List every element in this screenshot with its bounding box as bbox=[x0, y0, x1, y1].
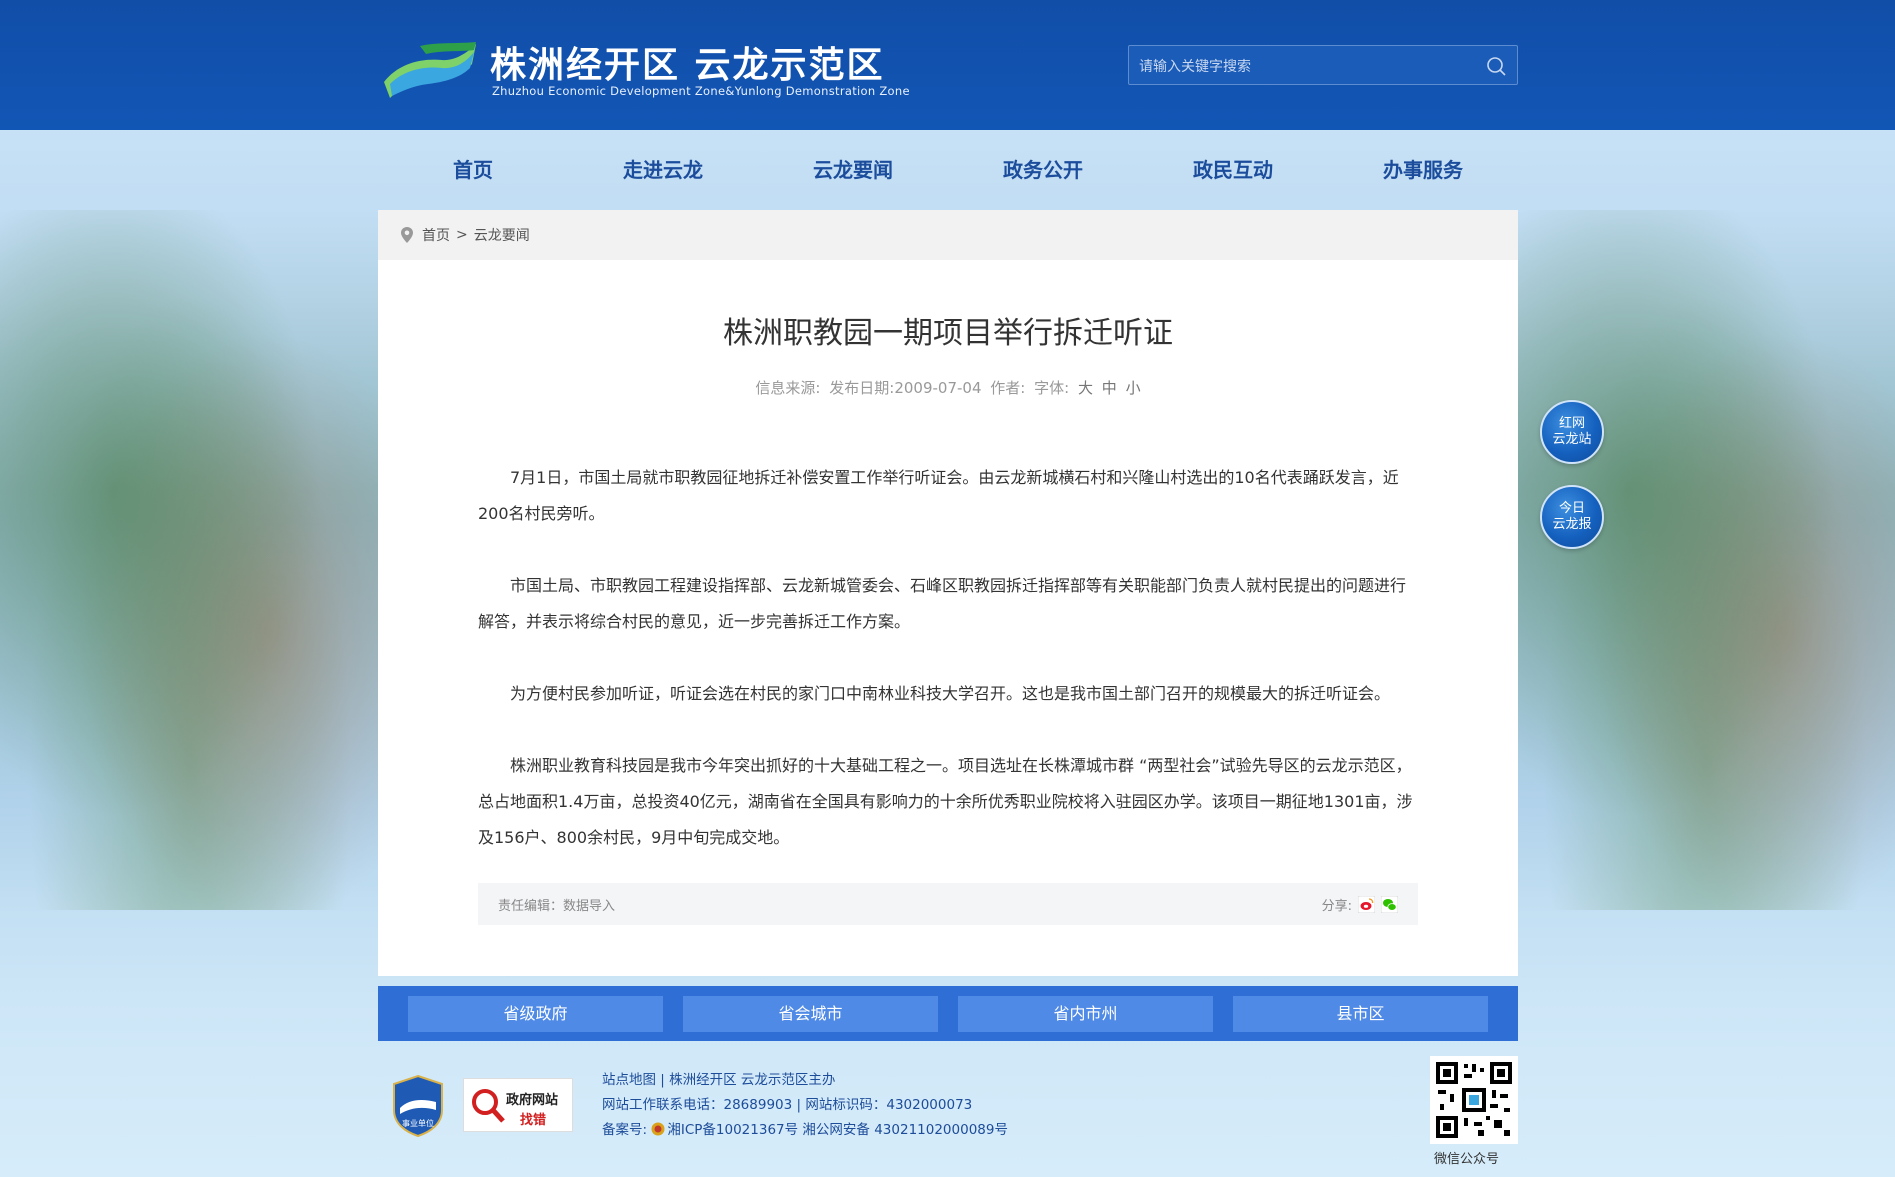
footer-phone: 网站工作联系电话：28689903 bbox=[602, 1097, 793, 1113]
site-header: 株洲经开区 云龙示范区 Zhuzhou Economic Development… bbox=[0, 0, 1895, 130]
share-label: 分享: bbox=[1321, 898, 1352, 914]
scenic-background-left bbox=[0, 210, 380, 910]
meta-font-label: 字体: bbox=[1034, 379, 1070, 397]
article-paragraph: 市国土局、市职教园工程建设指挥部、云龙新城管委会、石峰区职教园拆迁指挥部等有关职… bbox=[478, 576, 1407, 631]
badge1-text: 事业单位 bbox=[402, 1118, 434, 1128]
footer-info: 站点地图 | 株洲经开区 云龙示范区主办 网站工作联系电话：28689903 |… bbox=[602, 1072, 1008, 1138]
breadcrumb-current[interactable]: 云龙要闻 bbox=[474, 225, 530, 245]
qr-code-icon bbox=[1434, 1060, 1514, 1140]
breadcrumb-home[interactable]: 首页 bbox=[422, 225, 450, 245]
link-counties[interactable]: 县市区 bbox=[1233, 995, 1488, 1032]
float-btn1-line2: 云龙站 bbox=[1552, 432, 1592, 447]
meta-author: 作者: bbox=[990, 379, 1026, 397]
sitemap-link[interactable]: 站点地图 bbox=[602, 1072, 656, 1088]
police-badge-icon bbox=[651, 1122, 665, 1136]
editor-name: 责任编辑：数据导入 bbox=[498, 898, 616, 914]
search-box bbox=[1128, 45, 1518, 85]
weibo-share-icon[interactable] bbox=[1358, 895, 1375, 913]
site-logo[interactable] bbox=[380, 38, 480, 100]
search-input[interactable] bbox=[1139, 54, 1469, 78]
location-pin-icon bbox=[401, 227, 413, 243]
nav-item-home[interactable]: 首页 bbox=[378, 150, 568, 190]
font-size-medium-button[interactable]: 中 bbox=[1102, 379, 1117, 397]
gov-site-error-report-badge[interactable]: 政府网站 找错 bbox=[463, 1078, 573, 1132]
search-icon[interactable] bbox=[1485, 55, 1507, 77]
today-yunlong-paper-button[interactable]: 今日 云龙报 bbox=[1540, 485, 1604, 549]
public-institution-badge-icon[interactable]: 事业单位 bbox=[390, 1074, 446, 1138]
article-paragraph: 株洲职业教育科技园是我市今年突出抓好的十大基础工程之一。项目选址在长株潭城市群 … bbox=[478, 756, 1413, 847]
rednet-yunlong-button[interactable]: 红网 云龙站 bbox=[1540, 400, 1604, 464]
article-paragraph: 7月1日，市国土局就市职教园征地拆迁补偿安置工作举行听证会。由云龙新城横石村和兴… bbox=[478, 468, 1399, 523]
article-container: 首页 > 云龙要闻 株洲职教园一期项目举行拆迁听证 信息来源: 发布日期:200… bbox=[378, 210, 1518, 976]
breadcrumb-separator: > bbox=[456, 227, 468, 243]
footer-sponsor: 株洲经开区 云龙示范区主办 bbox=[669, 1072, 836, 1088]
editor-bar: 责任编辑：数据导入 分享: bbox=[478, 883, 1418, 925]
share-group: 分享: bbox=[1322, 895, 1398, 914]
article-title: 株洲职教园一期项目举行拆迁听证 bbox=[723, 316, 1173, 351]
meta-source: 信息来源: bbox=[755, 379, 821, 397]
link-capital-cities[interactable]: 省会城市 bbox=[683, 995, 938, 1032]
badge2-line1: 政府网站 bbox=[506, 1093, 559, 1108]
nav-item-about[interactable]: 走进云龙 bbox=[568, 150, 758, 190]
float-btn1-line1: 红网 bbox=[1558, 416, 1585, 431]
site-footer: 事业单位 政府网站 找错 站点地图 | 株洲经开区 云龙示范区主办 网站工作联系… bbox=[378, 1056, 1518, 1176]
font-size-large-button[interactable]: 大 bbox=[1078, 379, 1093, 397]
article-meta: 信息来源: 发布日期:2009-07-04 作者: 字体: 大 中 小 bbox=[378, 377, 1518, 398]
police-record-link[interactable]: 湘公网安备 43021102000089号 bbox=[802, 1122, 1008, 1138]
link-province-cities[interactable]: 省内市州 bbox=[958, 995, 1213, 1032]
site-subtitle: Zhuzhou Economic Development Zone&Yunlon… bbox=[492, 84, 910, 98]
badge2-line2: 找错 bbox=[520, 1113, 547, 1128]
breadcrumb: 首页 > 云龙要闻 bbox=[378, 210, 1518, 260]
nav-item-services[interactable]: 办事服务 bbox=[1328, 150, 1518, 190]
scenic-background-right bbox=[1515, 210, 1895, 910]
link-provincial-government[interactable]: 省级政府 bbox=[408, 995, 663, 1032]
article-paragraph: 为方便村民参加听证，听证会选在村民的家门口中南林业科技大学召开。这也是我市国土部… bbox=[510, 684, 1391, 703]
related-links-bar: 省级政府 省会城市 省内市州 县市区 bbox=[378, 986, 1518, 1041]
wechat-share-icon[interactable] bbox=[1381, 895, 1398, 913]
float-btn2-line2: 云龙报 bbox=[1552, 517, 1592, 532]
site-title: 株洲经开区 云龙示范区 bbox=[490, 45, 885, 86]
qr-code-label: 微信公众号 bbox=[1434, 1152, 1500, 1167]
footer-icp-label: 备案号: bbox=[602, 1122, 648, 1138]
article-body: 7月1日，市国土局就市职教园征地拆迁补偿安置工作举行听证会。由云龙新城横石村和兴… bbox=[478, 460, 1418, 892]
float-btn2-line1: 今日 bbox=[1558, 501, 1585, 516]
nav-item-news[interactable]: 云龙要闻 bbox=[758, 150, 948, 190]
magnifier-icon bbox=[472, 1089, 505, 1123]
meta-date: 发布日期:2009-07-04 bbox=[829, 379, 982, 397]
wechat-qr-code bbox=[1430, 1056, 1518, 1144]
nav-item-government-affairs[interactable]: 政务公开 bbox=[948, 150, 1138, 190]
nav-item-interaction[interactable]: 政民互动 bbox=[1138, 150, 1328, 190]
font-size-small-button[interactable]: 小 bbox=[1126, 379, 1141, 397]
main-nav: 首页 走进云龙 云龙要闻 政务公开 政民互动 办事服务 bbox=[378, 150, 1518, 190]
icp-link[interactable]: 湘ICP备10021367号 bbox=[667, 1122, 798, 1138]
footer-site-code: 网站标识码：4302000073 bbox=[805, 1097, 973, 1113]
